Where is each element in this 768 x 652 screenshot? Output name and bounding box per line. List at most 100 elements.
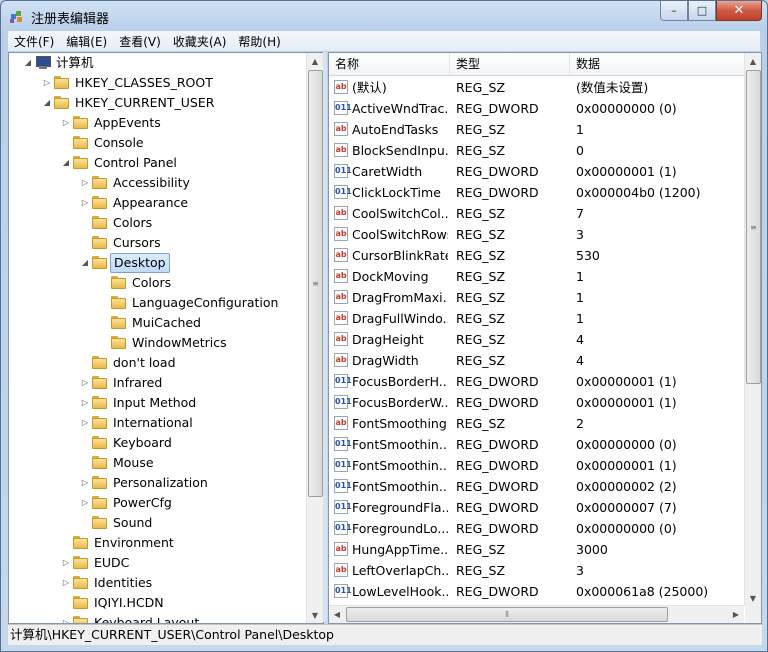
value-row[interactable]: 011 FocusBorderW... REG_DWORD 0x00000001 (1… bbox=[329, 392, 744, 413]
tree-node[interactable]: ▷ International bbox=[9, 413, 306, 433]
tree-node-label[interactable]: AppEvents bbox=[91, 113, 164, 133]
expand-arrow-icon[interactable]: ▷ bbox=[61, 613, 71, 623]
tree-node[interactable]: LanguageConfiguration bbox=[9, 293, 306, 313]
tree-node[interactable]: ▷ AppEvents bbox=[9, 113, 306, 133]
tree-node[interactable]: Environment bbox=[9, 533, 306, 553]
tree-node-label[interactable]: Colors bbox=[110, 213, 155, 233]
value-row[interactable]: 011 CaretWidth REG_DWORD 0x00000001 (1) bbox=[329, 161, 744, 182]
tree-node[interactable]: Colors bbox=[9, 273, 306, 293]
tree-node[interactable]: ▷ Personalization bbox=[9, 473, 306, 493]
value-row[interactable]: 011 FocusBorderH... REG_DWORD 0x00000001 (1… bbox=[329, 371, 744, 392]
title-bar[interactable]: 注册表编辑器 – □ ✕ bbox=[1, 1, 767, 31]
tree-node[interactable]: ▷ Input Method bbox=[9, 393, 306, 413]
pane-splitter[interactable] bbox=[323, 52, 327, 622]
tree-node-label[interactable]: 计算机 bbox=[53, 53, 97, 73]
tree-node-label[interactable]: MuiCached bbox=[129, 313, 204, 333]
tree-node[interactable]: ◢ 计算机 bbox=[9, 53, 306, 73]
tree-node-label[interactable]: Keyboard Layout bbox=[91, 613, 202, 623]
tree-node-label[interactable]: HKEY_CURRENT_USER bbox=[72, 93, 217, 113]
tree-node-label[interactable]: Personalization bbox=[110, 473, 211, 493]
tree-node-label[interactable]: Colors bbox=[129, 273, 174, 293]
tree-node-label[interactable]: Control Panel bbox=[91, 153, 180, 173]
tree-node-label[interactable]: Appearance bbox=[110, 193, 191, 213]
value-row[interactable]: ab AutoEndTasks REG_SZ 1 bbox=[329, 119, 744, 140]
tree-node[interactable]: Keyboard bbox=[9, 433, 306, 453]
value-row[interactable]: ab DragFullWindo... REG_SZ 1 bbox=[329, 308, 744, 329]
tree-node-label[interactable]: PowerCfg bbox=[110, 493, 175, 513]
tree-node-label[interactable]: Sound bbox=[110, 513, 155, 533]
tree-vertical-scrollbar[interactable]: ▲ ≡ ▼ bbox=[306, 53, 323, 623]
tree-node[interactable]: Sound bbox=[9, 513, 306, 533]
menu-help[interactable]: 帮助(H) bbox=[232, 33, 286, 50]
tree-node-label[interactable]: EUDC bbox=[91, 553, 132, 573]
menu-edit[interactable]: 编辑(E) bbox=[60, 33, 113, 50]
tree-node[interactable]: WindowMetrics bbox=[9, 333, 306, 353]
tree-node-label[interactable]: Identities bbox=[91, 573, 155, 593]
tree-node-label[interactable]: Infrared bbox=[110, 373, 165, 393]
scroll-thumb[interactable]: ⦀ bbox=[346, 607, 668, 622]
scroll-up-arrow-icon[interactable]: ▲ bbox=[307, 53, 323, 69]
value-row[interactable]: ab LeftOverlapCh... REG_SZ 3 bbox=[329, 560, 744, 581]
value-row[interactable]: ab BlockSendInpu... REG_SZ 0 bbox=[329, 140, 744, 161]
tree-node[interactable]: ▷ Infrared bbox=[9, 373, 306, 393]
menu-view[interactable]: 查看(V) bbox=[113, 33, 167, 50]
collapse-arrow-icon[interactable]: ◢ bbox=[23, 53, 33, 73]
expand-arrow-icon[interactable]: ▷ bbox=[80, 493, 90, 513]
tree-node[interactable]: ◢ HKEY_CURRENT_USER bbox=[9, 93, 306, 113]
value-row[interactable]: 011 LowLevelHook... REG_DWORD 0x000061a8 (2… bbox=[329, 581, 744, 602]
value-row[interactable]: 011 FontSmoothin... REG_DWORD 0x00000000 (0… bbox=[329, 434, 744, 455]
tree-node[interactable]: ▷ Appearance bbox=[9, 193, 306, 213]
menu-favorites[interactable]: 收藏夹(A) bbox=[167, 33, 233, 50]
tree-node-label[interactable]: International bbox=[110, 413, 196, 433]
tree-node[interactable]: Cursors bbox=[9, 233, 306, 253]
value-row[interactable]: 011 ForegroundFla... REG_DWORD 0x00000007 (… bbox=[329, 497, 744, 518]
tree-node-label[interactable]: Desktop bbox=[110, 253, 170, 273]
value-row[interactable]: 011 ForegroundLo... REG_DWORD 0x00000000 (0… bbox=[329, 518, 744, 539]
expand-arrow-icon[interactable]: ▷ bbox=[80, 173, 90, 193]
expand-arrow-icon[interactable]: ▷ bbox=[80, 413, 90, 433]
tree-node-label[interactable]: Input Method bbox=[110, 393, 199, 413]
tree-node[interactable]: ▷ Identities bbox=[9, 573, 306, 593]
value-row[interactable]: ab DragHeight REG_SZ 4 bbox=[329, 329, 744, 350]
list-horizontal-scrollbar[interactable]: ◀ ⦀ ▶ bbox=[329, 605, 744, 623]
list-vertical-scrollbar[interactable]: ▲ ≡ ▼ bbox=[744, 53, 761, 606]
tree-node-label[interactable]: Environment bbox=[91, 533, 177, 553]
value-row[interactable]: ab DockMoving REG_SZ 1 bbox=[329, 266, 744, 287]
value-row[interactable]: 011 FontSmoothin... REG_DWORD 0x00000002 (2… bbox=[329, 476, 744, 497]
tree-node[interactable]: ▷ PowerCfg bbox=[9, 493, 306, 513]
tree-node-label[interactable]: IQIYI.HCDN bbox=[91, 593, 167, 613]
tree-node-label[interactable]: LanguageConfiguration bbox=[129, 293, 281, 313]
value-row[interactable]: 011 ActiveWndTrac... REG_DWORD 0x00000000 (… bbox=[329, 98, 744, 119]
expand-arrow-icon[interactable]: ▷ bbox=[80, 473, 90, 493]
expand-arrow-icon[interactable]: ▷ bbox=[80, 373, 90, 393]
value-row[interactable]: ab FontSmoothing REG_SZ 2 bbox=[329, 413, 744, 434]
close-button[interactable]: ✕ bbox=[716, 1, 762, 21]
values-list-pane[interactable]: 名称 类型 数据 ab (默认) REG_SZ (数值未设置) 011 ActiveWnd… bbox=[328, 52, 762, 624]
menu-file[interactable]: 文件(F) bbox=[8, 33, 60, 50]
collapse-arrow-icon[interactable]: ◢ bbox=[61, 153, 71, 173]
tree-node[interactable]: Mouse bbox=[9, 453, 306, 473]
column-header-data[interactable]: 数据 bbox=[570, 53, 744, 75]
scroll-right-arrow-icon[interactable]: ▶ bbox=[728, 606, 744, 622]
tree-node-label[interactable]: HKEY_CLASSES_ROOT bbox=[72, 73, 216, 93]
expand-arrow-icon[interactable]: ▷ bbox=[61, 113, 71, 133]
tree-node[interactable]: ▷ EUDC bbox=[9, 553, 306, 573]
expand-arrow-icon[interactable]: ▷ bbox=[80, 393, 90, 413]
tree-node[interactable]: IQIYI.HCDN bbox=[9, 593, 306, 613]
tree-node[interactable]: Console bbox=[9, 133, 306, 153]
column-header-name[interactable]: 名称 bbox=[329, 53, 450, 75]
tree-node[interactable]: ▷ HKEY_CLASSES_ROOT bbox=[9, 73, 306, 93]
tree-node[interactable]: Colors bbox=[9, 213, 306, 233]
expand-arrow-icon[interactable]: ▷ bbox=[42, 73, 52, 93]
value-row[interactable]: 011 ClickLockTime REG_DWORD 0x000004b0 (120… bbox=[329, 182, 744, 203]
expand-arrow-icon[interactable]: ▷ bbox=[80, 193, 90, 213]
maximize-button[interactable]: □ bbox=[688, 1, 716, 21]
expand-arrow-icon[interactable]: ▷ bbox=[61, 553, 71, 573]
tree-node[interactable]: ◢ Control Panel bbox=[9, 153, 306, 173]
tree-node-label[interactable]: don't load bbox=[110, 353, 179, 373]
scroll-down-arrow-icon[interactable]: ▼ bbox=[745, 590, 761, 606]
value-row[interactable]: 011 FontSmoothin... REG_DWORD 0x00000001 (1… bbox=[329, 455, 744, 476]
tree-node[interactable]: ▷ Accessibility bbox=[9, 173, 306, 193]
value-row[interactable]: ab CoolSwitchRows REG_SZ 3 bbox=[329, 224, 744, 245]
tree-node-label[interactable]: Cursors bbox=[110, 233, 164, 253]
